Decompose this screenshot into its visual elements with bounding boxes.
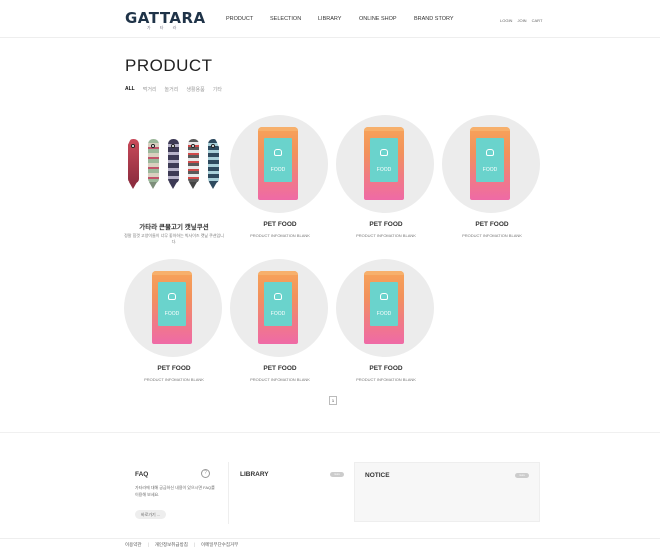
product-name[interactable]: PET FOOD <box>230 365 330 372</box>
product-card[interactable]: FOOD PET FOOD PRODUCT INFOMATION BLANK <box>336 115 436 245</box>
nav-library[interactable]: LIBRARY <box>318 16 359 22</box>
product-card[interactable]: 가타라 큰물고기 캣닢쿠션 정말 힘껏 고양이들이 너무 좋아하는 빅사이즈 캣… <box>124 115 224 245</box>
fish-cushion <box>148 139 159 189</box>
category-filter: ALL 먹거리 놀거리 생활용품 기타 <box>125 86 222 93</box>
help-icon[interactable]: ? <box>201 469 210 478</box>
category-living[interactable]: 생활용품 <box>186 86 204 93</box>
utility-links: LOGIN JOIN CART <box>500 18 542 23</box>
product-description: PRODUCT INFOMATION BLANK <box>250 377 310 382</box>
cart-link[interactable]: CART <box>532 18 543 23</box>
product-description: PRODUCT INFOMATION BLANK <box>462 233 522 238</box>
footer-separator: | <box>193 542 196 547</box>
product-name[interactable]: 가타라 큰물고기 캣닢쿠션 <box>124 221 224 231</box>
join-link[interactable]: JOIN <box>517 18 526 23</box>
pet-food-bag: FOOD <box>152 271 192 344</box>
product-image-pet-food[interactable]: FOOD <box>336 259 434 357</box>
pet-food-bag: FOOD <box>258 127 298 200</box>
page-title: PRODUCT <box>125 56 213 75</box>
fish-cushion <box>128 139 139 189</box>
product-name[interactable]: PET FOOD <box>336 221 436 228</box>
library-panel: LIBRARY more <box>230 462 350 524</box>
pet-icon <box>274 149 282 156</box>
pet-icon <box>168 293 176 300</box>
product-description: PRODUCT INFOMATION BLANK <box>356 377 416 382</box>
footer-separator: | <box>147 542 149 547</box>
fish-cushion <box>208 139 219 189</box>
notice-title: NOTICE <box>365 472 390 479</box>
category-all[interactable]: ALL <box>125 86 135 93</box>
nav-brand-story[interactable]: BRAND STORY <box>414 16 454 22</box>
pet-food-bag: FOOD <box>364 271 404 344</box>
product-image-pet-food[interactable]: FOOD <box>442 115 540 213</box>
footer-links: 이용약관 | 개인정보취급방침 | 이메일무단수집거부 <box>125 542 238 548</box>
terms-link[interactable]: 이용약관 <box>125 542 142 548</box>
product-image-pet-food[interactable]: FOOD <box>336 115 434 213</box>
product-image-fish-cushions[interactable] <box>124 115 222 213</box>
privacy-link[interactable]: 개인정보취급방침 <box>155 542 188 548</box>
fish-cushions-illustration <box>126 139 222 191</box>
notice-more-button[interactable]: more <box>515 473 529 478</box>
pet-food-bag: FOOD <box>258 271 298 344</box>
category-food[interactable]: 먹거리 <box>143 86 157 93</box>
fish-cushion <box>188 139 199 189</box>
fish-cushion <box>168 139 179 189</box>
nav-selection[interactable]: SELECTION <box>270 16 318 22</box>
pagination-page-1[interactable]: 1 <box>329 396 337 405</box>
product-name[interactable]: PET FOOD <box>336 365 436 372</box>
library-more-button[interactable]: more <box>330 472 344 477</box>
product-card[interactable]: FOOD PET FOOD PRODUCT INFOMATION BLANK <box>336 259 436 389</box>
product-name[interactable]: PET FOOD <box>124 365 224 372</box>
site-logo-subtitle: 가 타 라 <box>147 25 181 30</box>
login-link[interactable]: LOGIN <box>500 18 512 23</box>
site-header: GATTARA 가 타 라 PRODUCT SELECTION LIBRARY … <box>0 0 660 38</box>
pet-icon <box>380 149 388 156</box>
product-image-pet-food[interactable]: FOOD <box>124 259 222 357</box>
product-card[interactable]: FOOD PET FOOD PRODUCT INFOMATION BLANK <box>124 259 224 389</box>
category-toys[interactable]: 놀거리 <box>165 86 179 93</box>
pet-icon <box>380 293 388 300</box>
nav-online-shop[interactable]: ONLINE SHOP <box>359 16 414 22</box>
nav-product[interactable]: PRODUCT <box>226 16 270 22</box>
notice-panel: NOTICE more <box>354 462 540 522</box>
product-name[interactable]: PET FOOD <box>442 221 542 228</box>
pet-icon <box>486 149 494 156</box>
library-title: LIBRARY <box>240 471 269 478</box>
pet-food-bag: FOOD <box>470 127 510 200</box>
product-card[interactable]: FOOD PET FOOD PRODUCT INFOMATION BLANK <box>230 115 330 245</box>
pet-food-bag: FOOD <box>364 127 404 200</box>
product-card[interactable]: FOOD PET FOOD PRODUCT INFOMATION BLANK <box>230 259 330 389</box>
email-refusal-link[interactable]: 이메일무단수집거부 <box>201 542 238 548</box>
product-description: PRODUCT INFOMATION BLANK <box>356 233 416 238</box>
product-description: 정말 힘껏 고양이들이 너무 좋아하는 빅사이즈 캣닢 쿠션입니다. <box>124 233 224 244</box>
site-footer: 이용약관 | 개인정보취급방침 | 이메일무단수집거부 <box>0 538 660 550</box>
category-etc[interactable]: 기타 <box>213 86 222 93</box>
pet-icon <box>274 293 282 300</box>
product-description: PRODUCT INFOMATION BLANK <box>144 377 204 382</box>
product-description: PRODUCT INFOMATION BLANK <box>250 233 310 238</box>
faq-text: 가타라에 대해 궁금하신 내용이 있으시면 FAQ를 이용해 보세요. <box>135 485 215 497</box>
product-image-pet-food[interactable]: FOOD <box>230 115 328 213</box>
product-name[interactable]: PET FOOD <box>230 221 330 228</box>
main-nav: PRODUCT SELECTION LIBRARY ONLINE SHOP BR… <box>226 16 454 22</box>
product-card[interactable]: FOOD PET FOOD PRODUCT INFOMATION BLANK <box>442 115 542 245</box>
faq-panel: FAQ ? 가타라에 대해 궁금하신 내용이 있으시면 FAQ를 이용해 보세요… <box>125 462 229 524</box>
faq-shortcut-button[interactable]: 바로가기 ... <box>135 510 167 519</box>
product-image-pet-food[interactable]: FOOD <box>230 259 328 357</box>
faq-title: FAQ <box>135 471 149 478</box>
